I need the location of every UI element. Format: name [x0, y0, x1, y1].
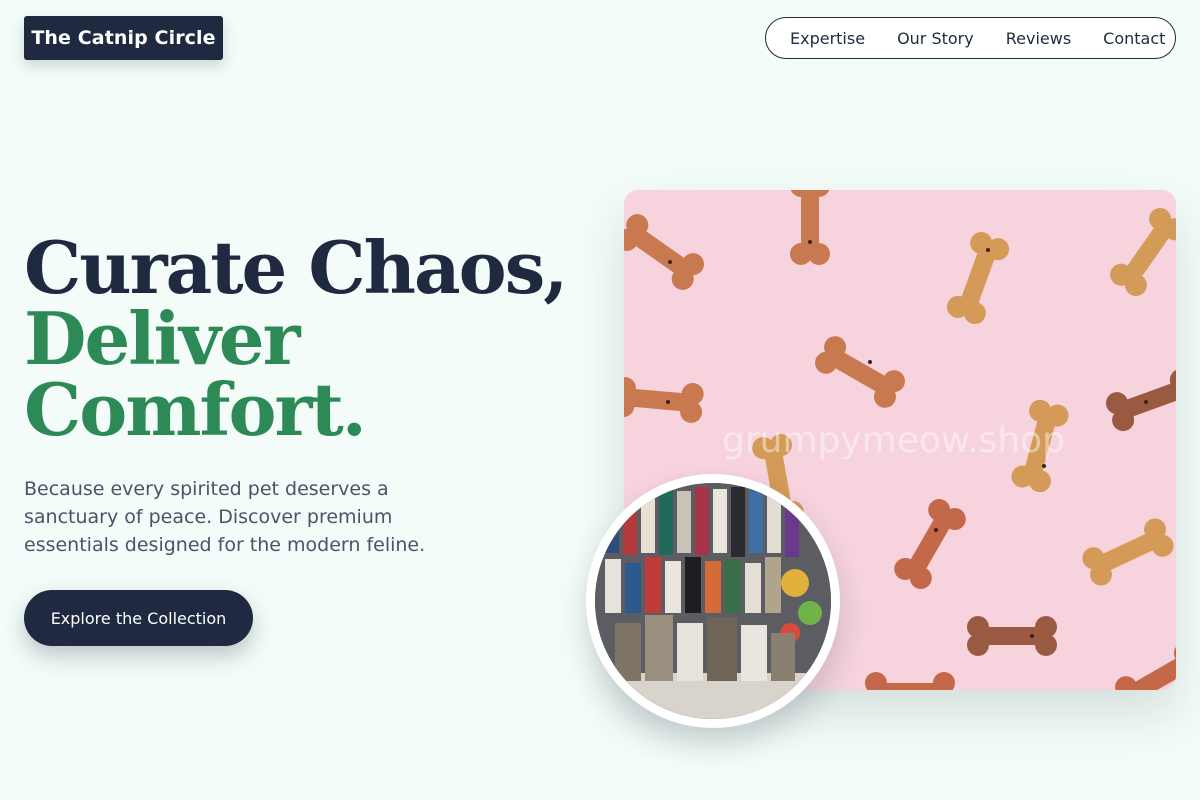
headline-line-2: Deliver [24, 296, 301, 381]
hero-headline: Curate Chaos, Deliver Comfort. [24, 225, 568, 452]
image-watermark: grumpymeow.shop [722, 420, 1065, 461]
store-circle-frame [586, 474, 840, 728]
store-illustration [595, 483, 831, 719]
store-shelves-image [595, 483, 831, 719]
main-nav: Expertise Our Story Reviews Contact [765, 17, 1176, 59]
hero-subtext: Because every spirited pet deserves a sa… [24, 478, 426, 556]
brand-logo[interactable]: The Catnip Circle [24, 16, 223, 60]
nav-link-contact[interactable]: Contact [1103, 29, 1165, 48]
nav-link-our-story[interactable]: Our Story [897, 29, 974, 48]
headline-line-3: Comfort. [24, 367, 367, 452]
nav-link-reviews[interactable]: Reviews [1006, 29, 1071, 48]
explore-collection-button[interactable]: Explore the Collection [24, 590, 253, 646]
headline-line-1: Curate Chaos, [24, 225, 568, 310]
nav-link-expertise[interactable]: Expertise [790, 29, 865, 48]
